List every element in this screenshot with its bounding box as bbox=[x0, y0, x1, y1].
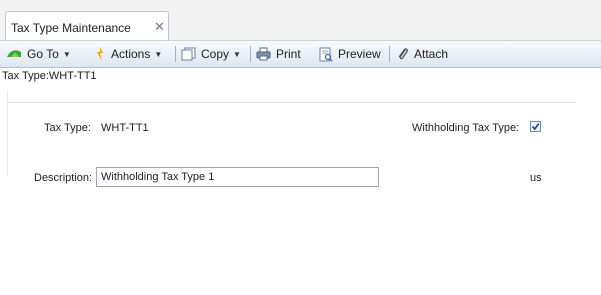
tab-tax-type-maintenance[interactable]: Tax Type Maintenance ✕ bbox=[5, 11, 169, 40]
copy-icon bbox=[181, 47, 196, 61]
toolbar-separator bbox=[250, 46, 251, 62]
attach-button[interactable]: Attach bbox=[397, 44, 448, 64]
group-divider bbox=[7, 102, 576, 103]
tax-type-value: WHT-TT1 bbox=[101, 122, 149, 134]
print-icon bbox=[256, 47, 271, 61]
preview-icon bbox=[319, 47, 333, 62]
tab-strip: Tax Type Maintenance ✕ bbox=[0, 0, 601, 41]
print-label: Print bbox=[276, 47, 301, 61]
checkmark-icon bbox=[531, 123, 540, 131]
attach-icon bbox=[398, 47, 408, 59]
preview-label: Preview bbox=[338, 47, 381, 61]
description-label: Description: bbox=[34, 172, 93, 184]
withholding-tax-type-checkbox[interactable] bbox=[530, 121, 541, 132]
language-code: us bbox=[530, 172, 542, 184]
chevron-down-icon: ▼ bbox=[154, 49, 163, 59]
chevron-down-icon: ▼ bbox=[62, 49, 71, 59]
copy-label: Copy bbox=[201, 47, 230, 61]
actions-icon bbox=[97, 47, 103, 61]
group-title: Tax Type:WHT-TT1 bbox=[2, 70, 100, 82]
goto-icon bbox=[7, 50, 21, 57]
withholding-tax-type-label: Withholding Tax Type: bbox=[412, 122, 520, 134]
copy-button[interactable]: Copy ▼ bbox=[181, 44, 241, 64]
preview-button[interactable]: Preview bbox=[319, 44, 381, 64]
attach-label: Attach bbox=[414, 47, 449, 61]
toolbar: Go To ▼ Actions ▼ Copy ▼ Print Preview A… bbox=[0, 41, 601, 68]
goto-label: Go To bbox=[27, 47, 59, 61]
close-icon[interactable]: ✕ bbox=[154, 19, 165, 35]
description-input[interactable] bbox=[96, 167, 379, 187]
toolbar-separator bbox=[175, 46, 176, 62]
goto-button[interactable]: Go To ▼ bbox=[6, 44, 71, 64]
tab-label: Tax Type Maintenance bbox=[11, 21, 131, 35]
print-button[interactable]: Print bbox=[256, 44, 301, 64]
toolbar-separator bbox=[389, 46, 390, 62]
actions-label: Actions bbox=[111, 47, 151, 61]
chevron-down-icon: ▼ bbox=[233, 49, 241, 59]
tax-type-label: Tax Type: bbox=[44, 122, 91, 134]
actions-button[interactable]: Actions ▼ bbox=[94, 44, 162, 64]
